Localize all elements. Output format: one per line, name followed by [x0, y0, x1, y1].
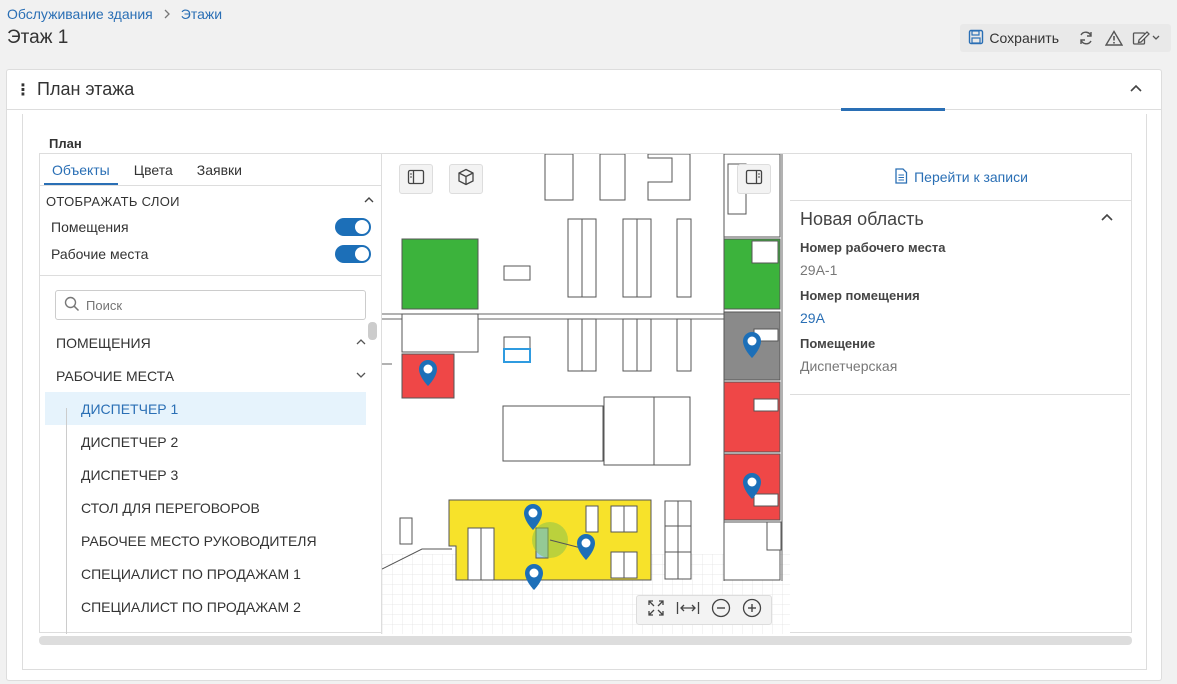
warning-icon[interactable] — [1103, 27, 1125, 49]
panel-body: План Объекты Цвета Заявки ОТОБРАЖАТЬ СЛО… — [22, 114, 1147, 670]
plan-container: Объекты Цвета Заявки ОТОБРАЖАТЬ СЛОИ Пом… — [39, 153, 1132, 634]
list-item[interactable]: СТОЛ ДЛЯ ПЕРЕГОВОРОВ — [45, 491, 366, 524]
detail-field: Номер помещения 29А — [790, 288, 1132, 326]
room-number-link[interactable]: 29А — [800, 310, 1122, 326]
list-item[interactable]: ДИСПЕТЧЕР 2 — [45, 425, 366, 458]
3d-view-button[interactable] — [449, 164, 483, 194]
save-button[interactable]: Сохранить — [968, 29, 1059, 48]
horizontal-scrollbar[interactable] — [39, 636, 1132, 645]
chevron-down-icon[interactable] — [355, 368, 367, 384]
area-title: Новая область — [800, 209, 924, 229]
search-field[interactable] — [55, 290, 366, 320]
field-label: Номер помещения — [800, 288, 920, 303]
panel-header: ⋮ План этажа — [7, 70, 1161, 111]
group-label: РАБОЧИЕ МЕСТА — [56, 367, 175, 384]
floor-plan-panel: ⋮ План этажа План Объекты Цвета Заявки О… — [6, 69, 1162, 681]
fit-width-icon[interactable] — [676, 600, 700, 621]
goto-record-label: Перейти к записи — [914, 169, 1028, 185]
toggle-right-panel-button[interactable] — [737, 164, 771, 194]
layer-label: Рабочие места — [51, 246, 149, 262]
list-item[interactable]: СПЕЦИАЛИСТ ПО ПРОДАЖАМ 1 — [45, 557, 366, 590]
chevron-up-icon[interactable] — [355, 335, 367, 351]
toggle-left-panel-button[interactable] — [399, 164, 433, 194]
chevron-right-icon — [163, 7, 171, 22]
refresh-icon[interactable] — [1075, 27, 1097, 49]
layer-rooms-toggle[interactable] — [335, 218, 371, 236]
floor-map-drawing[interactable] — [382, 154, 790, 634]
goto-record-link[interactable]: Перейти к записи — [790, 154, 1132, 201]
toolbar: Сохранить — [960, 24, 1171, 52]
active-tab-indicator — [841, 108, 945, 111]
floor-map[interactable] — [382, 154, 790, 634]
save-icon — [968, 29, 984, 48]
field-value: Диспетчерская — [800, 358, 898, 374]
list-scrollbar[interactable] — [368, 322, 377, 340]
field-label: Номер рабочего места — [800, 240, 946, 255]
cube-icon — [457, 168, 475, 191]
plan-tabs: Объекты Цвета Заявки — [40, 154, 381, 186]
layer-workplaces: Рабочие места — [40, 240, 381, 267]
list-item[interactable]: СПЕЦИАЛИСТ ПО ПРОДАЖАМ 2 — [45, 590, 366, 623]
fit-screen-icon[interactable] — [647, 599, 665, 622]
group-label: ПОМЕЩЕНИЯ — [56, 334, 151, 351]
chevron-up-icon[interactable] — [1100, 209, 1114, 230]
search-input[interactable] — [86, 297, 346, 313]
list-item[interactable]: РАБОЧЕЕ МЕСТО РУКОВОДИТЕЛЯ — [45, 524, 366, 557]
breadcrumb-parent-link[interactable]: Обслуживание здания — [7, 6, 153, 22]
zoom-in-icon[interactable] — [742, 598, 762, 623]
save-button-label: Сохранить — [989, 30, 1059, 46]
page-title: Этаж 1 — [7, 27, 69, 48]
drag-handle-icon[interactable]: ⋮ — [15, 80, 31, 100]
breadcrumb: Обслуживание здания Этажи — [7, 6, 222, 22]
tab-colors[interactable]: Цвета — [126, 154, 181, 185]
breadcrumb-current-link[interactable]: Этажи — [181, 6, 222, 22]
area-header[interactable]: Новая область — [790, 201, 1132, 230]
tab-objects[interactable]: Объекты — [44, 154, 118, 185]
field-value: 29А-1 — [800, 262, 838, 278]
list-item[interactable]: ДИСПЕТЧЕР 1 — [45, 392, 366, 425]
sidebar-right-icon — [745, 169, 763, 190]
list-item[interactable]: ДИСПЕТЧЕР 3 — [45, 458, 366, 491]
object-tree: ПОМЕЩЕНИЯ РАБОЧИЕ МЕСТА ДИСПЕТЧЕР 1 ДИСП… — [40, 322, 381, 634]
divider — [40, 275, 381, 276]
layer-rooms: Помещения — [40, 213, 381, 240]
search-icon — [64, 296, 80, 315]
divider — [790, 394, 1130, 395]
zoom-out-icon[interactable] — [711, 598, 731, 623]
detail-field: Помещение Диспетчерская — [790, 336, 1132, 374]
chevron-up-icon[interactable] — [363, 194, 375, 209]
sidebar-left-icon — [407, 169, 425, 190]
tree-line — [66, 408, 67, 634]
panel-title: План этажа — [37, 79, 135, 99]
group-workplaces[interactable]: РАБОЧИЕ МЕСТА — [40, 359, 381, 392]
chevron-up-icon[interactable] — [1129, 80, 1143, 101]
objects-sidebar: Объекты Цвета Заявки ОТОБРАЖАТЬ СЛОИ Пом… — [40, 154, 382, 634]
detail-field: Номер рабочего места 29А-1 — [790, 240, 1132, 278]
layer-workplaces-toggle[interactable] — [335, 245, 371, 263]
zoom-controls — [636, 595, 772, 625]
details-panel: Перейти к записи Новая область Номер раб… — [790, 154, 1132, 634]
field-label: Помещение — [800, 336, 876, 351]
plan-label: План — [49, 136, 82, 151]
layers-header[interactable]: ОТОБРАЖАТЬ СЛОИ — [40, 186, 381, 213]
document-icon — [894, 167, 908, 187]
layers-heading: ОТОБРАЖАТЬ СЛОИ — [46, 194, 180, 209]
layer-label: Помещения — [51, 219, 129, 235]
tab-requests[interactable]: Заявки — [189, 154, 250, 185]
edit-menu-icon[interactable] — [1131, 27, 1163, 49]
group-rooms[interactable]: ПОМЕЩЕНИЯ — [40, 326, 381, 359]
